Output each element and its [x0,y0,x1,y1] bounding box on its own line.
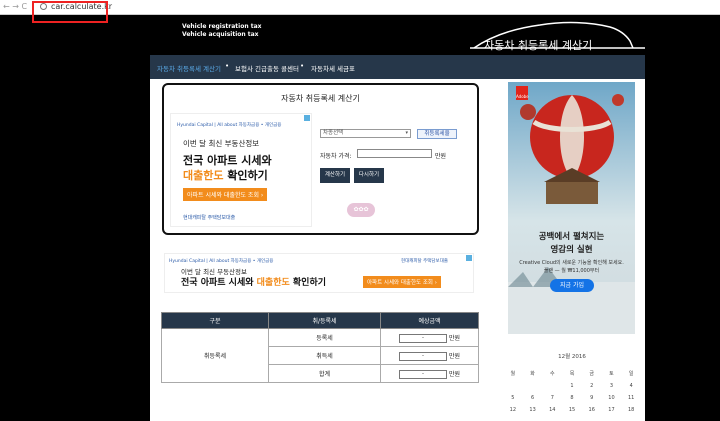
ad-banner-logo: Hyundai Capital | All about 자동차금융 • 개인금융 [169,259,274,264]
calendar-widget: 12월 2016 월화수목금토일 1234 5 6 7 8 9 10 11 12 13 14 15… [503,352,641,419]
site-brand-title[interactable]: 자동차 취등록세 계산기 [484,37,592,53]
browser-url-bar: ← → C car.calculate.kr [0,0,720,23]
ad-line1: 이번 달 최신 부동산정보 [183,139,260,148]
nav-item-callcenter[interactable]: 보험사 긴급출동 콜센터 [235,63,299,73]
ad-hyundai-banner[interactable]: Hyundai Capital | All about 자동차금융 • 개인금융… [164,253,474,293]
ad-footer: 현대캐피탈 주택담보대출 [183,215,236,221]
nav-item-tax-table[interactable]: 자동차세 세금표 [311,63,355,73]
amount-field[interactable]: - [399,351,448,361]
row-label: 취득세 [268,346,381,365]
group-label: 취등록세 [161,328,269,383]
adobe-body-1: Creative Cloud의 새로운 기능을 확인해 보세요. [519,260,624,266]
calculate-button[interactable]: 계산하기 [320,168,350,183]
calendar-weekdays: 월화수목금토일 [510,371,634,377]
amount-field[interactable]: - [399,333,448,343]
main-nav: 자동차 취등록세 계산기 • 보험사 긴급출동 콜센터 • 자동차세 세금표 [150,55,645,79]
calendar-caption: 12월 2016 [558,354,586,360]
ad-choice-icon[interactable] [466,255,472,261]
table-header: 취/등록세 [268,312,381,329]
browser-nav-icons[interactable]: ← → C [3,2,27,11]
table-header: 예상금액 [380,312,479,329]
amount-field[interactable]: - [399,369,448,379]
price-input[interactable] [357,149,432,158]
amount-cell: - 만원 [380,328,479,347]
price-label: 자동차 가격: [320,153,352,160]
adobe-logo: Adobe [516,86,529,100]
header-subtitle-2: Vehicle acquisition tax [182,31,259,38]
row-label: 등록세 [268,328,381,347]
fees-table: 구분 취/등록세 예상금액 취등록세 등록세 - 만원 취득세 - 만원 합계 … [161,312,479,383]
nav-item-calculator[interactable]: 자동차 취등록세 계산기 [157,63,221,73]
ad-logo: Hyundai Capital | All about 자동차금융 • 개인금융 [177,123,282,128]
nav-separator: • [300,62,305,70]
amount-cell: - 만원 [380,346,479,365]
calculator-panel: 자동차 취등록세 계산기 Hyundai Capital | All about… [162,83,479,235]
ad-hyundai-small[interactable]: Hyundai Capital | All about 자동차금융 • 개인금융… [170,113,312,227]
nav-separator: • [225,62,230,70]
car-type-select[interactable]: 차종선택 ▾ [320,129,411,138]
price-unit: 만원 [435,153,447,160]
ad-banner-cta[interactable]: 아파트 시세와 대출한도 조회 › [363,276,441,288]
table-row: 취등록세 등록세 - 만원 [161,328,479,383]
ad-cta-button[interactable]: 아파트 시세와 대출한도 조회 › [183,188,268,201]
ad-banner-line2: 전국 아파트 시세와 대출한도 확인하기 [181,278,327,288]
table-header: 구분 [161,312,269,329]
calculator-title: 자동차 취등록세 계산기 [281,94,360,103]
balloon-illustration [508,82,635,334]
amount-cell: - 만원 [380,364,479,383]
ad-choice-icon[interactable] [304,115,310,121]
adobe-headline-2: 영감의 실현 [550,245,593,255]
main-content: 자동차 취등록세 계산기 Hyundai Capital | All about… [150,79,495,421]
sidebar: Adobe 공백에서 펼쳐지는 영감의 실현 Creative Cloud의 새… [495,79,645,421]
row-label: 합계 [268,364,381,383]
adobe-headline-1: 공백에서 펼쳐지는 [538,232,605,242]
url-highlight-box [32,1,108,23]
adobe-body-2: 플랜 — 월 ₩11,000부터 [543,268,600,274]
calendar-week: 12 13 14 15 16 17 18 [509,407,635,413]
chevron-down-icon: ▾ [405,130,408,136]
ad-line2: 전국 아파트 시세와 [183,154,272,167]
adobe-cta-button[interactable]: 지금 가입 [550,279,594,292]
site-header: Vehicle registration tax Vehicle acquisi… [150,15,645,53]
calendar-week: 5 6 7 8 9 10 11 [511,395,635,401]
decorative-badge: ✿✿✿ [347,203,375,217]
ad-line2b: 대출한도 확인하기 [183,169,268,182]
header-subtitle-1: Vehicle registration tax [182,23,262,30]
tax-rate-button[interactable]: 취등록세율 [417,129,457,139]
ad-banner-top-right: 현대캐피탈 주택담보대출 [401,259,448,264]
ad-adobe[interactable]: Adobe 공백에서 펼쳐지는 영감의 실현 Creative Cloud의 새… [508,82,635,334]
reset-button[interactable]: 다시하기 [354,168,384,183]
calendar-week: 1234 [570,383,633,389]
